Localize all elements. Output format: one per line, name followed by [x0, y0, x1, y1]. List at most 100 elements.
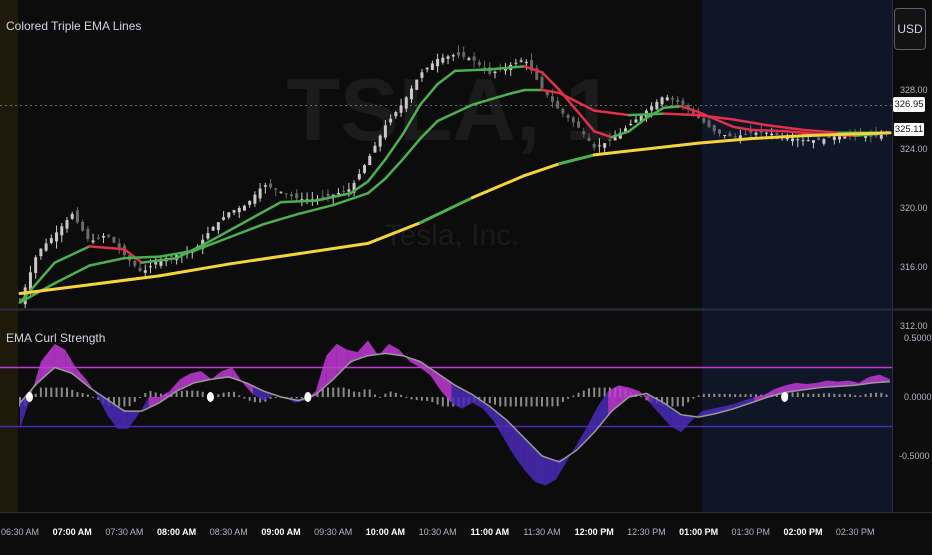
histogram-bar — [201, 391, 204, 397]
candle-body — [410, 88, 413, 100]
candle-body — [347, 189, 351, 192]
histogram-bar — [880, 392, 883, 397]
histogram-bar — [405, 397, 408, 398]
candle-body — [733, 136, 737, 138]
histogram-bar — [154, 392, 157, 397]
histogram-bar — [144, 393, 147, 397]
candle-body — [540, 76, 544, 89]
histogram-bar — [326, 387, 329, 397]
cross-marker — [206, 392, 214, 402]
highlighted-range — [702, 0, 892, 512]
candle-body — [378, 135, 382, 147]
chart-canvas[interactable]: TSLA, 1 Tesla, Inc. 328.00324.00320.0031… — [0, 0, 932, 550]
candle-body — [149, 266, 152, 268]
watermark-name: Tesla, Inc. — [384, 219, 519, 252]
candle-body — [222, 217, 226, 220]
histogram-bar — [420, 397, 423, 401]
histogram-bar — [410, 397, 413, 400]
candle-body — [728, 133, 732, 137]
histogram-bar — [577, 392, 580, 397]
sub-pane-title: EMA Curl Strength — [6, 331, 106, 345]
candle-body — [169, 256, 173, 258]
histogram-bar — [875, 392, 878, 397]
candle-body — [81, 221, 85, 231]
histogram-bar — [248, 397, 251, 401]
candle-body — [446, 56, 450, 59]
candle-body — [430, 63, 434, 70]
candle-body — [211, 227, 215, 231]
histogram-bar — [843, 393, 846, 397]
candle-body — [681, 100, 685, 105]
ema-medium-segment — [662, 112, 700, 117]
candle-body — [801, 140, 805, 142]
histogram-bar — [572, 395, 575, 397]
histogram-bar — [431, 397, 434, 403]
histogram-bar — [541, 397, 543, 407]
candle-body — [660, 97, 664, 105]
histogram-bar — [149, 390, 152, 397]
histogram-bar — [133, 397, 136, 402]
candle-body — [707, 120, 711, 127]
currency-button[interactable]: USD — [894, 8, 926, 50]
histogram-bar — [384, 393, 387, 397]
histogram-bar — [525, 397, 528, 407]
candle-body — [655, 101, 659, 110]
candle-body — [295, 193, 299, 199]
histogram-bar — [76, 392, 79, 397]
histogram-bar — [687, 397, 690, 403]
ema-price-label: 325.11 — [893, 122, 925, 137]
histogram-bar — [567, 397, 570, 399]
candle-body — [477, 62, 481, 65]
histogram-bar — [713, 393, 716, 397]
candle-body — [263, 185, 267, 187]
candle-body — [770, 133, 774, 136]
candle-body — [561, 108, 565, 114]
histogram-bar — [869, 393, 872, 397]
candle-body — [571, 117, 575, 123]
candle-body — [650, 106, 654, 111]
candle-body — [342, 191, 346, 193]
histogram-bar — [379, 396, 382, 398]
histogram-bar — [227, 392, 230, 397]
candle-body — [796, 139, 800, 141]
candle-body — [133, 260, 137, 266]
histogram-bar — [65, 387, 68, 397]
candle-body — [577, 121, 581, 128]
time-tick-label: 11:30 AM — [523, 527, 560, 537]
candle-body — [357, 174, 361, 180]
histogram-bar — [45, 387, 48, 397]
time-tick-label: 12:30 PM — [627, 527, 666, 537]
cross-marker — [304, 392, 312, 402]
candle-body — [112, 236, 116, 243]
candle-body — [754, 132, 758, 135]
histogram-bar — [640, 396, 643, 398]
histogram-bar — [681, 397, 684, 407]
histogram-bar — [739, 394, 742, 397]
candle-body — [269, 183, 273, 188]
histogram-bar — [34, 393, 37, 397]
histogram-bar — [50, 387, 53, 397]
candle-body — [717, 129, 721, 134]
histogram-bar — [859, 395, 862, 397]
histogram-bar — [828, 393, 831, 397]
histogram-bar — [708, 393, 711, 397]
candle-body — [102, 236, 106, 238]
histogram-bar — [728, 394, 731, 397]
candle-body — [592, 143, 596, 148]
histogram-bar — [373, 394, 376, 397]
histogram-bar — [561, 397, 564, 402]
candle-body — [363, 165, 367, 173]
time-tick-label: 11:00 AM — [470, 527, 509, 537]
histogram-bar — [530, 397, 533, 407]
histogram-bar — [671, 397, 674, 407]
histogram-bar — [598, 387, 601, 397]
histogram-bar — [39, 387, 42, 397]
candle-body — [665, 97, 669, 101]
candle-body — [456, 52, 460, 56]
candle-body — [671, 98, 674, 100]
candle-body — [493, 71, 497, 74]
candle-body — [597, 145, 601, 147]
histogram-bar — [749, 394, 752, 397]
candle-body — [566, 115, 570, 119]
histogram-bar — [71, 389, 74, 397]
